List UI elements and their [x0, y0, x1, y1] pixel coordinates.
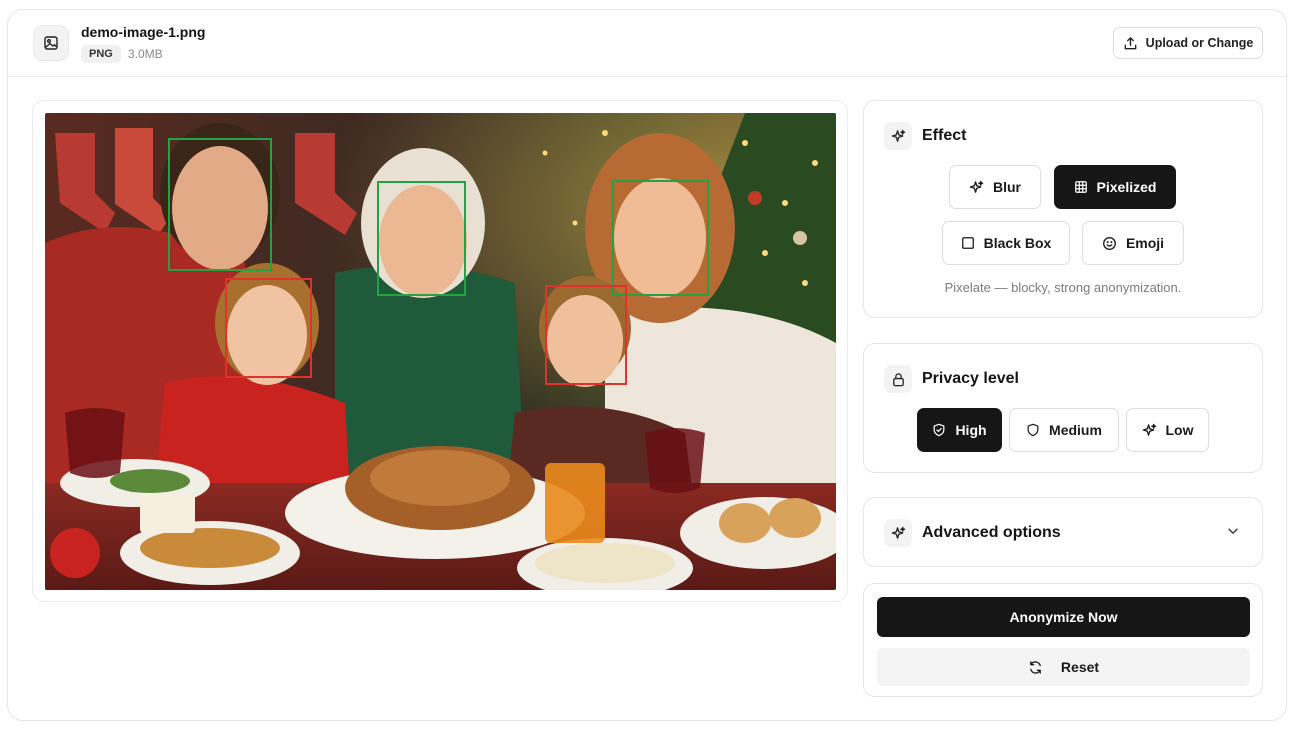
anonymize-now-button[interactable]: Anonymize Now	[877, 597, 1250, 637]
square-icon	[961, 237, 974, 249]
reset-button[interactable]: Reset	[877, 648, 1250, 686]
upload-button-label: Upload or Change	[1145, 36, 1254, 50]
effect-header: Effect	[884, 122, 966, 150]
file-size: 3.0MB	[128, 47, 163, 61]
app-window: demo-image-1.png PNG 3.0MB Upload or Cha…	[7, 9, 1287, 721]
upload-icon	[1124, 36, 1137, 49]
sparkle-icon	[969, 180, 984, 193]
privacy-header: Privacy level	[884, 365, 1019, 393]
effect-title: Effect	[922, 127, 967, 144]
face-box-kept[interactable]	[168, 138, 272, 271]
privacy-option-label: High	[955, 422, 987, 438]
privacy-card: Privacy level High Medium Low	[863, 343, 1263, 473]
file-header: demo-image-1.png PNG 3.0MB Upload or Cha…	[8, 10, 1286, 77]
file-type-badge: PNG	[81, 45, 121, 63]
face-box-kept[interactable]	[612, 180, 709, 296]
sparkle-icon	[1142, 423, 1156, 436]
file-name: demo-image-1.png	[81, 24, 206, 40]
shield-check-icon	[934, 423, 945, 437]
shield-icon	[1027, 423, 1039, 437]
preview-image[interactable]	[45, 113, 836, 590]
refresh-icon	[1030, 660, 1041, 674]
privacy-option-label: Low	[1165, 422, 1194, 438]
effect-option-label: Blur	[993, 179, 1021, 195]
face-box-flagged[interactable]	[545, 285, 627, 385]
advanced-title: Advanced options	[922, 524, 1061, 541]
chevron-down-icon[interactable]	[1226, 524, 1240, 538]
upload-or-change-button[interactable]: Upload or Change	[1113, 27, 1263, 59]
face-box-kept[interactable]	[377, 181, 466, 296]
advanced-header: Advanced options	[884, 519, 1061, 547]
sparkle-icon	[884, 122, 912, 150]
actions-card: Anonymize Now Reset	[863, 583, 1263, 697]
effect-option-label: Pixelized	[1096, 179, 1157, 195]
effect-option-label: Emoji	[1125, 235, 1165, 251]
effect-option-pixelized[interactable]: Pixelized	[1054, 165, 1176, 209]
grid-icon	[1074, 181, 1087, 193]
effect-option-black-box[interactable]: Black Box	[942, 221, 1070, 265]
image-file-icon	[33, 25, 69, 61]
effect-card: Effect Blur Pixelized Black Box Emoji Pi…	[863, 100, 1263, 318]
privacy-option-high[interactable]: High	[917, 408, 1002, 452]
effect-description: Pixelate — blocky, strong anonymization.	[944, 280, 1182, 295]
privacy-title: Privacy level	[922, 370, 1019, 387]
reset-label: Reset	[1060, 659, 1100, 675]
effect-option-emoji[interactable]: Emoji	[1082, 221, 1184, 265]
effect-option-blur[interactable]: Blur	[949, 165, 1041, 209]
privacy-option-low[interactable]: Low	[1126, 408, 1209, 452]
effect-option-label: Black Box	[983, 235, 1052, 251]
face-box-flagged[interactable]	[225, 278, 312, 378]
privacy-option-label: Medium	[1049, 422, 1102, 438]
smiley-icon	[1102, 236, 1116, 250]
privacy-option-medium[interactable]: Medium	[1009, 408, 1119, 452]
image-preview-panel	[32, 100, 848, 602]
sparkle-icon	[884, 519, 912, 547]
lock-icon	[884, 365, 912, 393]
advanced-options-toggle[interactable]: Advanced options	[863, 497, 1263, 567]
